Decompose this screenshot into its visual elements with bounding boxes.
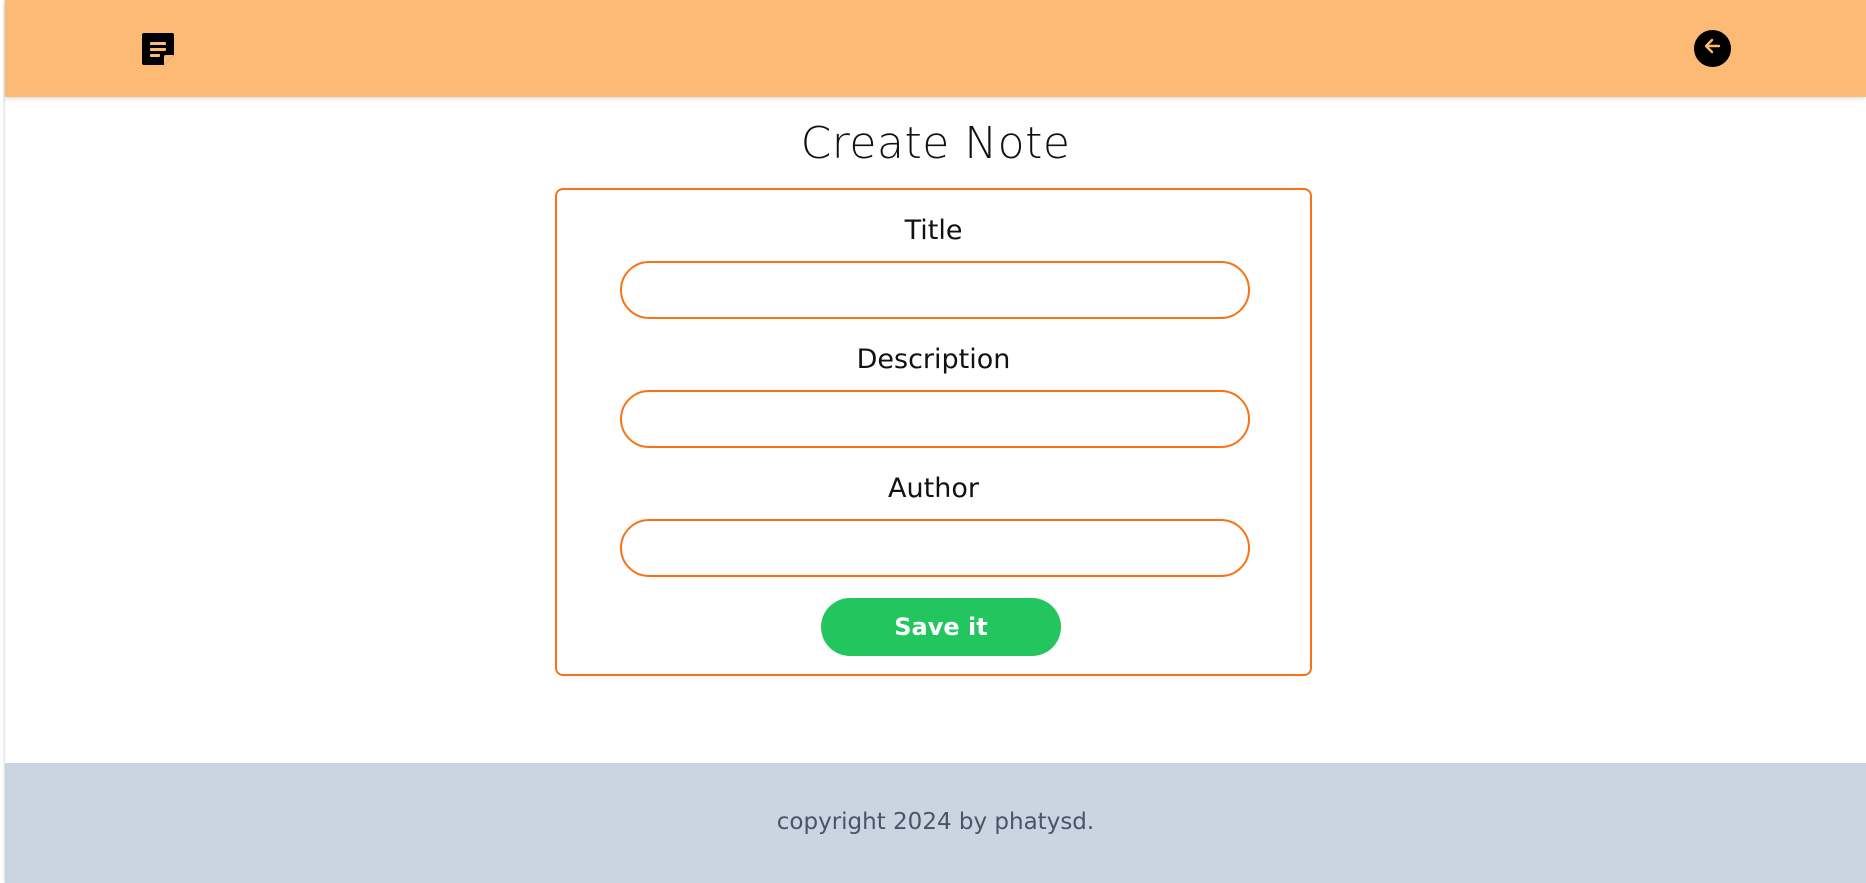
page: Create Note Title Description Author Sav… bbox=[5, 0, 1866, 883]
copyright-text: copyright 2024 by phatysd. bbox=[776, 809, 1095, 835]
page-title: Create Note bbox=[800, 118, 1071, 169]
header-bar bbox=[5, 0, 1866, 97]
note-icon[interactable] bbox=[140, 31, 176, 67]
description-input[interactable] bbox=[620, 390, 1250, 448]
author-label: Author bbox=[888, 473, 979, 504]
save-button[interactable]: Save it bbox=[821, 598, 1061, 656]
footer: copyright 2024 by phatysd. bbox=[5, 763, 1866, 883]
arrow-left-icon bbox=[1702, 35, 1724, 62]
author-input[interactable] bbox=[620, 519, 1250, 577]
back-button[interactable] bbox=[1694, 30, 1731, 67]
title-label: Title bbox=[904, 215, 963, 246]
create-note-form: Title Description Author Save it bbox=[555, 188, 1312, 676]
title-input[interactable] bbox=[620, 261, 1250, 319]
description-label: Description bbox=[856, 344, 1011, 375]
